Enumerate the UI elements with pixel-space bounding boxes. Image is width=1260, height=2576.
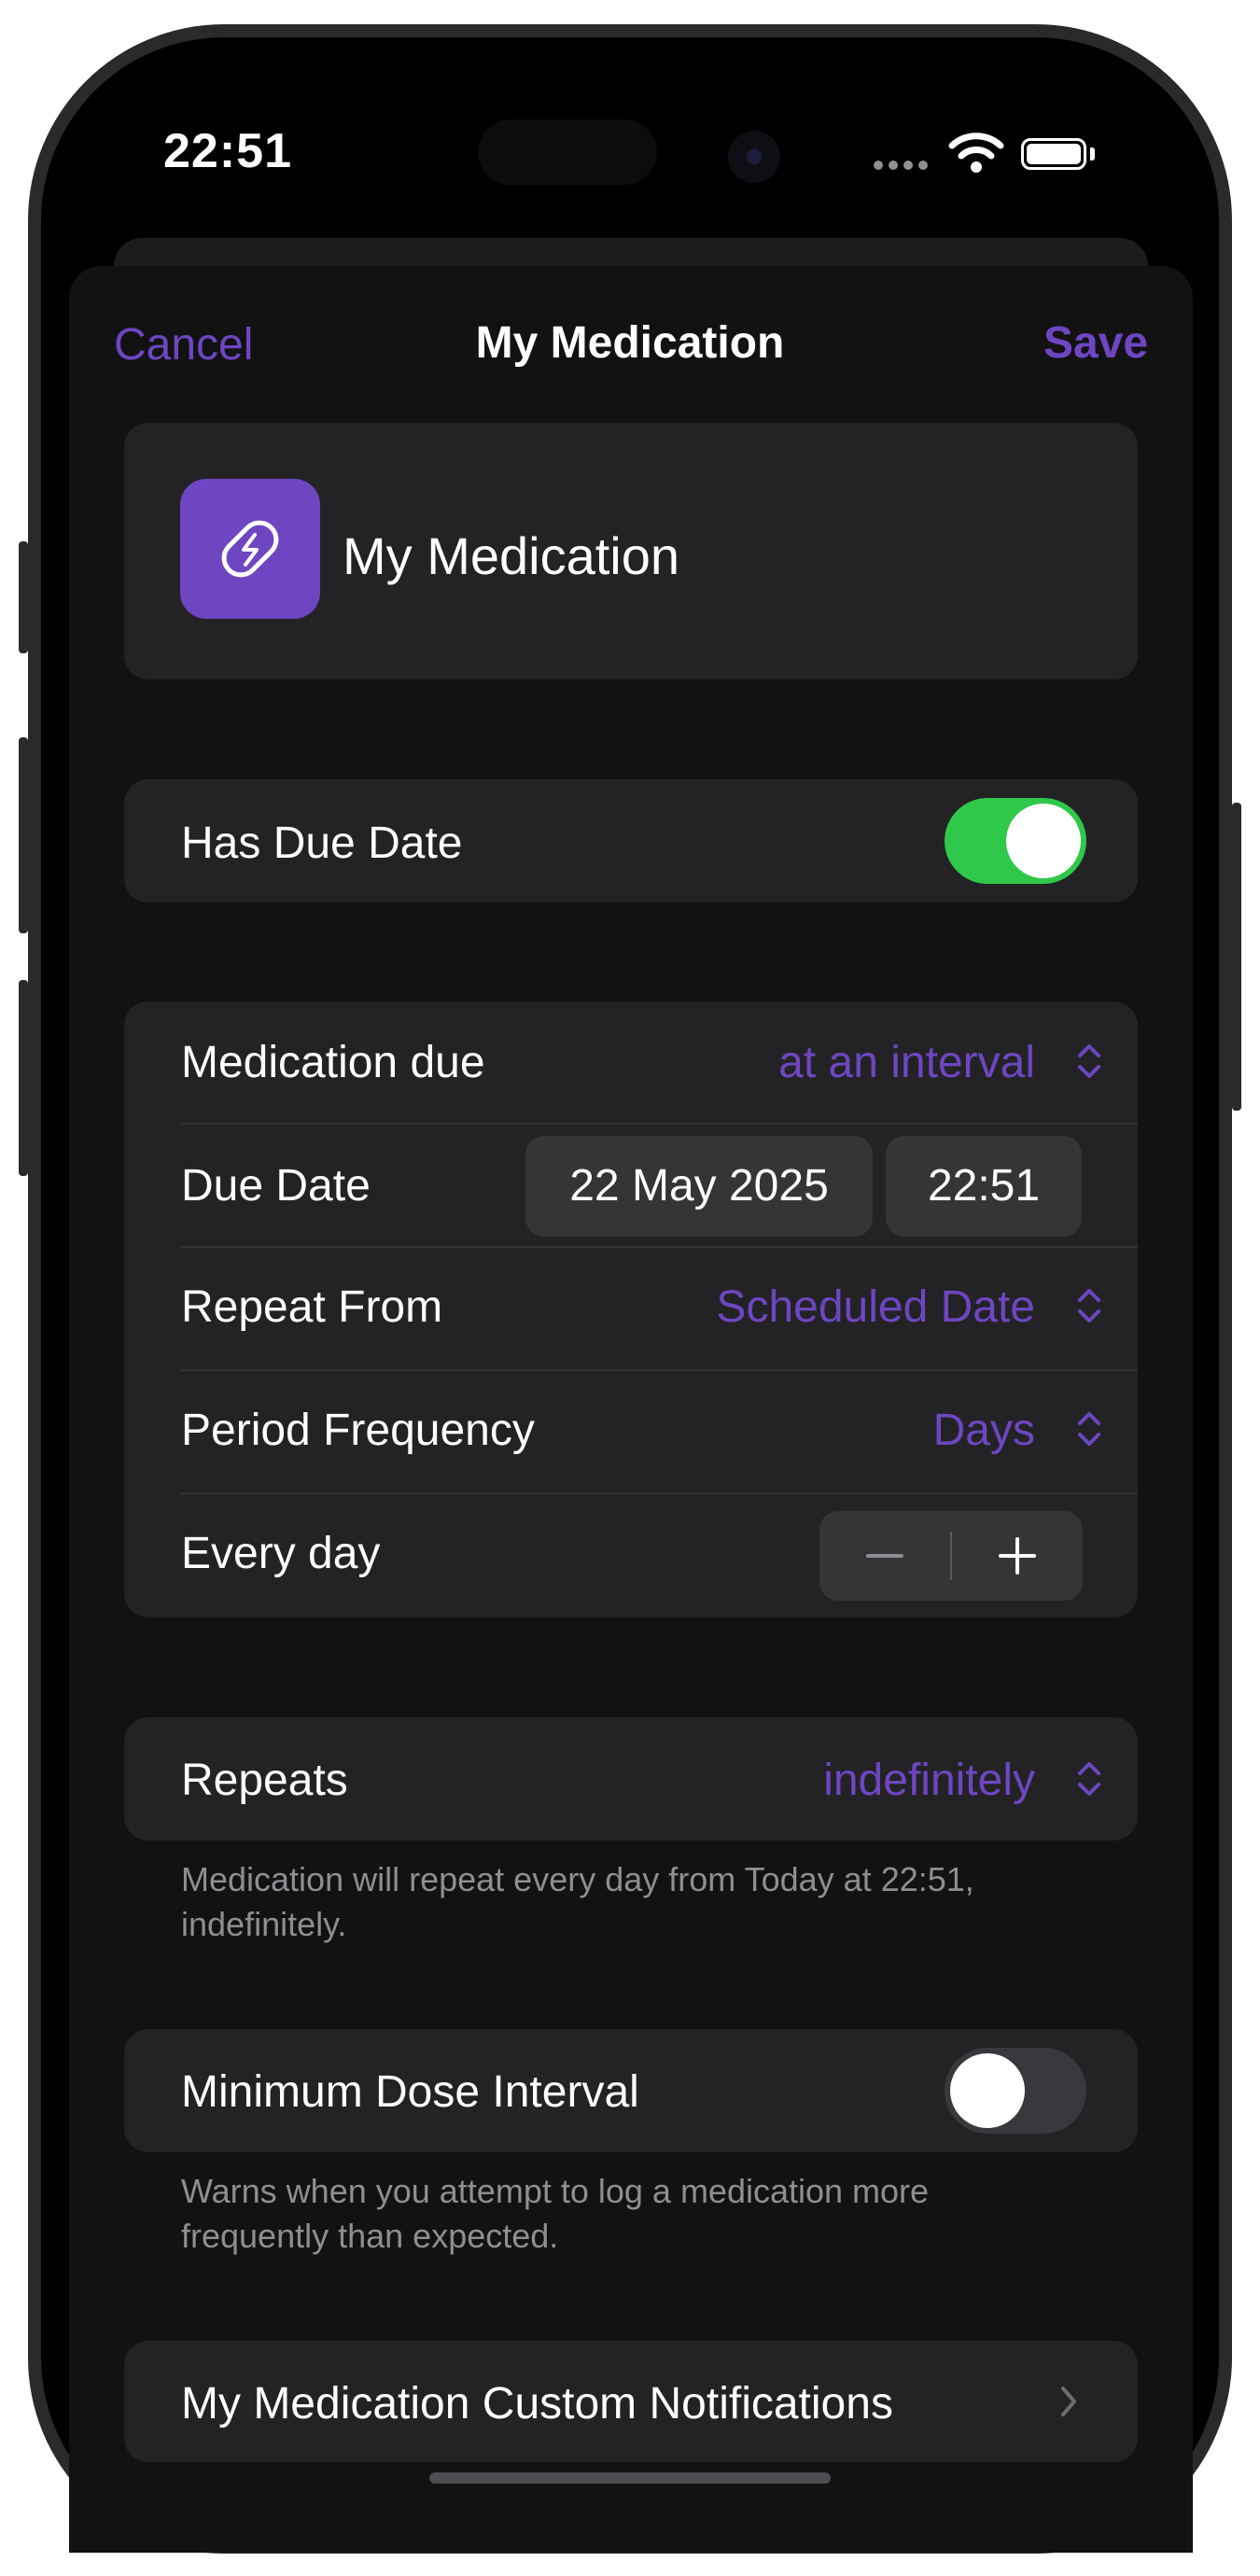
repeat-from-picker[interactable]: Scheduled Date <box>716 1281 1035 1333</box>
pill-icon <box>221 520 279 578</box>
medication-due-label: Medication due <box>181 1038 485 1087</box>
chevron-up-down-icon <box>1078 1412 1100 1446</box>
has-due-date-row: Has Due Date <box>124 779 1138 903</box>
row-separator <box>181 1246 1138 1248</box>
due-date-picker[interactable]: 22 May 2025 <box>525 1136 873 1237</box>
chevron-up-down-icon <box>1078 1762 1100 1796</box>
has-due-date-toggle[interactable] <box>945 798 1086 884</box>
pill-icon-button[interactable] <box>180 479 320 619</box>
minus-button[interactable] <box>819 1511 950 1601</box>
repeats-label: Repeats <box>181 1756 348 1805</box>
front-camera <box>728 131 780 183</box>
status-time: 22:51 <box>163 124 292 178</box>
row-separator <box>181 1123 1138 1125</box>
minimum-dose-interval-row: Minimum Dose Interval <box>124 2029 1138 2152</box>
custom-notifications-label: My Medication Custom Notifications <box>181 2379 893 2429</box>
medication-due-picker[interactable]: at an interval <box>778 1037 1035 1088</box>
power-button <box>1232 803 1241 1111</box>
minimum-dose-interval-label: Minimum Dose Interval <box>181 2067 639 2117</box>
action-button <box>19 541 28 653</box>
volume-up-button <box>19 737 28 933</box>
chevron-up-down-icon <box>1078 1289 1100 1323</box>
dynamic-island <box>478 119 657 185</box>
repeats-row: Repeats indefinitely <box>124 1717 1138 1841</box>
row-separator <box>181 1369 1138 1371</box>
repeat-from-label: Repeat From <box>181 1282 443 1332</box>
row-separator <box>181 1492 1138 1494</box>
toggle-knob <box>1006 804 1081 878</box>
home-indicator <box>429 2472 831 2484</box>
chevron-up-down-icon <box>1078 1044 1100 1078</box>
medication-name-field[interactable]: My Medication <box>343 525 679 586</box>
period-frequency-label: Period Frequency <box>181 1406 535 1455</box>
volume-down-button <box>19 980 28 1176</box>
custom-notifications-row[interactable]: My Medication Custom Notifications <box>124 2341 1138 2462</box>
every-day-label: Every day <box>181 1529 381 1578</box>
chevron-right-icon <box>1061 2387 1076 2416</box>
battery-icon <box>1021 138 1086 170</box>
wifi-icon <box>948 133 1004 173</box>
due-time-picker[interactable]: 22:51 <box>886 1136 1082 1237</box>
minimum-dose-interval-footnote: Warns when you attempt to log a medicati… <box>181 2172 930 2255</box>
save-button[interactable]: Save <box>1043 317 1148 369</box>
repeats-footnote: Medication will repeat every day from To… <box>181 1860 974 1943</box>
plus-button[interactable] <box>952 1511 1083 1601</box>
cellular-signal-icon <box>874 161 928 170</box>
schedule-card: Medication due at an interval Due Date 2… <box>124 1001 1138 1617</box>
battery-cap <box>1090 147 1095 161</box>
every-stepper <box>819 1511 1083 1601</box>
minimum-dose-interval-toggle[interactable] <box>945 2048 1086 2134</box>
repeats-picker[interactable]: indefinitely <box>823 1755 1035 1806</box>
period-frequency-picker[interactable]: Days <box>933 1405 1035 1456</box>
has-due-date-label: Has Due Date <box>181 819 463 868</box>
due-date-label: Due Date <box>181 1161 371 1211</box>
toggle-knob <box>950 2053 1025 2128</box>
medication-header-card: My Medication <box>124 423 1138 679</box>
